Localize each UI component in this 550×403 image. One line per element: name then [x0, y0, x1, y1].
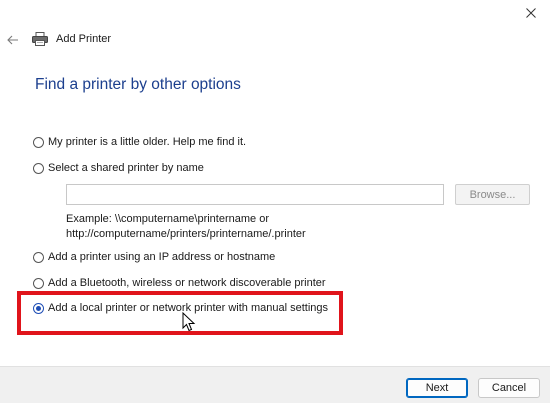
option-shared-printer[interactable]: Select a shared printer by name: [33, 162, 204, 174]
example-line-1: Example: \\computername\printername or: [66, 213, 269, 225]
option-bluetooth-wireless-label: Add a Bluetooth, wireless or network dis…: [48, 277, 326, 289]
add-printer-window: Add Printer Find a printer by other opti…: [0, 0, 550, 403]
window-title: Add Printer: [56, 33, 112, 45]
cancel-button[interactable]: Cancel: [478, 378, 540, 398]
example-text: Example: \\computername\printername or h…: [66, 212, 306, 242]
next-button[interactable]: Next: [406, 378, 468, 398]
close-icon: [526, 8, 536, 18]
close-button[interactable]: [520, 4, 542, 22]
highlight-box: [17, 291, 343, 335]
option-shared-printer-label: Select a shared printer by name: [48, 162, 204, 174]
shared-printer-name-input[interactable]: [66, 184, 444, 205]
mouse-cursor-icon: [182, 312, 196, 332]
option-ip-address[interactable]: Add a printer using an IP address or hos…: [33, 251, 275, 263]
option-ip-address-label: Add a printer using an IP address or hos…: [48, 251, 276, 263]
browse-button[interactable]: Browse...: [455, 184, 530, 205]
radio-ip-address[interactable]: [33, 251, 44, 263]
radio-bluetooth-wireless[interactable]: [33, 277, 44, 289]
option-older-printer[interactable]: My printer is a little older. Help me fi…: [33, 136, 246, 148]
back-button[interactable]: [4, 31, 22, 49]
title-bar: Add Printer: [32, 32, 111, 46]
option-older-printer-label: My printer is a little older. Help me fi…: [48, 136, 247, 148]
option-bluetooth-wireless[interactable]: Add a Bluetooth, wireless or network dis…: [33, 277, 326, 289]
page-heading: Find a printer by other options: [35, 76, 241, 93]
example-line-2: http://computername/printers/printername…: [66, 228, 306, 240]
radio-shared-printer[interactable]: [33, 162, 44, 174]
back-arrow-icon: [7, 35, 18, 45]
radio-older-printer[interactable]: [33, 136, 44, 148]
printer-icon: [32, 32, 48, 46]
